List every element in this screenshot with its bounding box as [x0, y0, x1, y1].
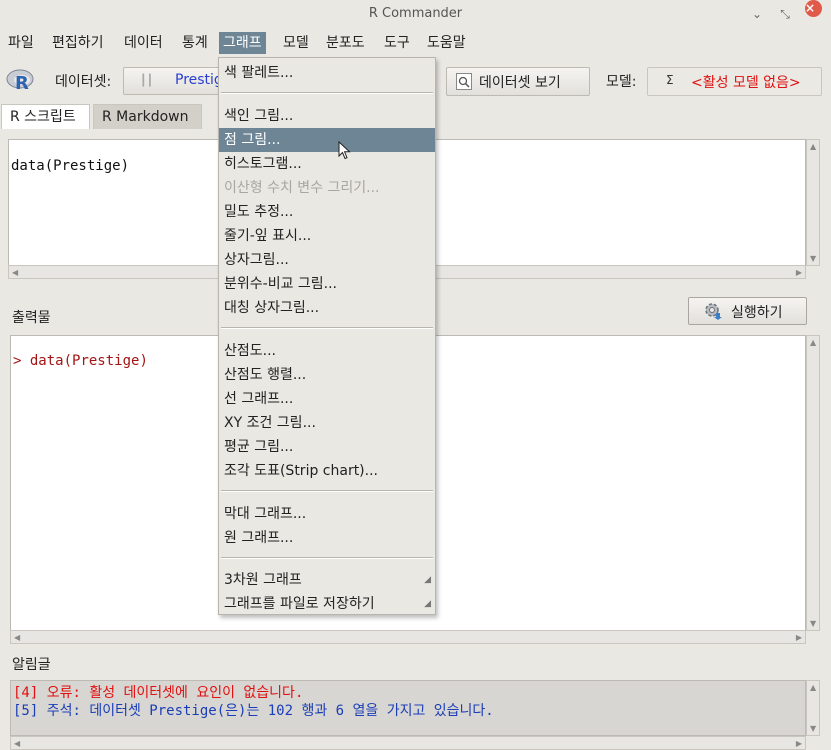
menu-item-histogram[interactable]: 히스토그램...	[219, 152, 435, 176]
message-error: [4] 오류: 활성 데이터셋에 요인이 없습니다.	[13, 685, 304, 701]
messages-panel[interactable]: [4] 오류: 활성 데이터셋에 요인이 없습니다. [5] 주석: 데이터셋 …	[10, 680, 806, 736]
submenu-arrow-icon: ◢	[424, 599, 431, 609]
menu-statistics[interactable]: 통계	[178, 32, 212, 54]
view-dataset-label: 데이터셋 보기	[479, 75, 561, 91]
menu-item-stem-and-leaf[interactable]: 줄기-잎 표시...	[219, 224, 435, 248]
grip-icon: ┃┃	[140, 74, 154, 87]
svg-text:R: R	[15, 73, 29, 93]
menu-separator	[221, 490, 433, 492]
menu-item-strip-chart[interactable]: 조각 도표(Strip chart)...	[219, 459, 435, 483]
menu-item-quantile-comparison[interactable]: 분위수-비교 그림...	[219, 272, 435, 296]
scroll-down-icon[interactable]: ▼	[810, 254, 816, 263]
scroll-left-icon[interactable]: ◀	[14, 739, 20, 748]
menu-item-discrete-numeric-plot: 이산형 수치 변수 그리기...	[224, 180, 380, 196]
menu-item-pie-chart[interactable]: 원 그래프...	[219, 526, 435, 550]
scroll-right-icon[interactable]: ▶	[796, 739, 802, 748]
menu-item-xy-conditioning-plot[interactable]: XY 조건 그림...	[219, 411, 435, 435]
output-horizontal-scrollbar[interactable]: ◀ ▶	[10, 630, 806, 644]
model-selector-button[interactable]: Σ <활성 모델 없음>	[647, 67, 822, 96]
script-text: data(Prestige)	[11, 158, 130, 174]
model-label: 모델:	[606, 74, 637, 90]
sigma-icon: Σ	[666, 73, 674, 87]
messages-horizontal-scrollbar[interactable]: ◀ ▶	[10, 736, 806, 750]
menu-item-save-graph-to-file[interactable]: 그래프를 파일로 저장하기 ◢	[219, 592, 435, 616]
dataset-label: 데이터셋:	[55, 74, 112, 90]
menu-item-bar-graph[interactable]: 막대 그래프...	[219, 502, 435, 526]
menu-item-3d-graph[interactable]: 3차원 그래프 ◢	[219, 568, 435, 592]
output-vertical-scrollbar[interactable]: ▲ ▼	[806, 335, 820, 631]
close-button[interactable]: ×	[805, 0, 822, 17]
tab-r-markdown[interactable]: R Markdown	[93, 104, 202, 129]
menu-separator	[221, 557, 433, 559]
menu-distributions[interactable]: 분포도	[322, 32, 369, 54]
run-label: 실행하기	[731, 305, 783, 321]
menu-help[interactable]: 도움말	[423, 32, 470, 54]
menu-edit[interactable]: 편집하기	[48, 32, 108, 54]
menu-item-dot-plot[interactable]: 점 그림...	[219, 128, 435, 152]
scroll-down-icon[interactable]: ▼	[810, 724, 816, 733]
menu-data[interactable]: 데이터	[120, 32, 167, 54]
view-dataset-icon	[456, 73, 472, 90]
scroll-left-icon[interactable]: ◀	[12, 268, 18, 277]
menu-separator	[221, 327, 433, 329]
graphs-dropdown-menu: 색 팔레트... 색인 그림... 점 그림... 히스토그램... 이산형 수…	[218, 57, 436, 615]
menu-item-scatterplot-matrix[interactable]: 산점도 행렬...	[219, 363, 435, 387]
menu-models[interactable]: 모델	[279, 32, 313, 54]
messages-vertical-scrollbar[interactable]: ▲ ▼	[806, 680, 820, 736]
messages-label: 알림글	[12, 657, 51, 673]
menu-item-boxplot[interactable]: 상자그림...	[219, 248, 435, 272]
menu-separator	[221, 92, 433, 94]
menu-tools[interactable]: 도구	[380, 32, 414, 54]
tab-r-script[interactable]: R 스크립트	[1, 104, 90, 129]
menu-item-symmetry-boxplot[interactable]: 대칭 상자그림...	[219, 296, 435, 320]
scroll-down-icon[interactable]: ▼	[810, 619, 816, 628]
minimize-button[interactable]: ⌄	[748, 5, 766, 23]
scroll-right-icon[interactable]: ▶	[796, 633, 802, 642]
output-command: data(Prestige)	[29, 353, 148, 369]
menu-bar: 파일 편집하기 데이터 통계 그래프 모델 분포도 도구 도움말	[0, 29, 831, 56]
output-label: 출력물	[12, 310, 51, 326]
menu-item-plot-of-means[interactable]: 평균 그림...	[219, 435, 435, 459]
menu-item-scatterplot[interactable]: 산점도...	[219, 339, 435, 363]
menu-item-index-plot[interactable]: 색인 그림...	[219, 104, 435, 128]
menu-graphs[interactable]: 그래프	[219, 32, 266, 54]
output-line: > data(Prestige)	[13, 353, 148, 369]
message-note: [5] 주석: 데이터셋 Prestige(은)는 102 행과 6 열을 가지…	[13, 703, 494, 719]
view-dataset-button[interactable]: 데이터셋 보기	[446, 67, 590, 96]
model-value: <활성 모델 없음>	[691, 75, 801, 91]
menu-item-density-estimate[interactable]: 밀도 추정...	[219, 200, 435, 224]
menu-file[interactable]: 파일	[4, 32, 38, 54]
dataset-selector-button[interactable]: ┃┃ Prestige	[123, 67, 231, 95]
menu-item-color-palette[interactable]: 색 팔레트...	[219, 61, 435, 85]
menu-item-3d-graph-label: 3차원 그래프	[224, 572, 302, 588]
gear-icon	[705, 303, 722, 320]
mouse-cursor-icon	[338, 141, 351, 160]
run-button[interactable]: 실행하기	[688, 297, 807, 325]
scroll-up-icon[interactable]: ▲	[810, 338, 816, 347]
restore-button[interactable]: ⤡	[776, 5, 794, 23]
output-prompt: >	[13, 353, 22, 369]
scroll-up-icon[interactable]: ▲	[810, 142, 816, 151]
scroll-left-icon[interactable]: ◀	[14, 633, 20, 642]
scroll-up-icon[interactable]: ▲	[810, 683, 816, 692]
r-logo-icon: R	[6, 69, 34, 93]
script-vertical-scrollbar[interactable]: ▲ ▼	[806, 139, 820, 266]
scroll-right-icon[interactable]: ▶	[796, 268, 802, 277]
submenu-arrow-icon: ◢	[424, 575, 431, 585]
menu-item-line-graph[interactable]: 선 그래프...	[219, 387, 435, 411]
menu-item-save-graph-label: 그래프를 파일로 저장하기	[224, 596, 375, 612]
window-title: R Commander	[368, 6, 463, 21]
